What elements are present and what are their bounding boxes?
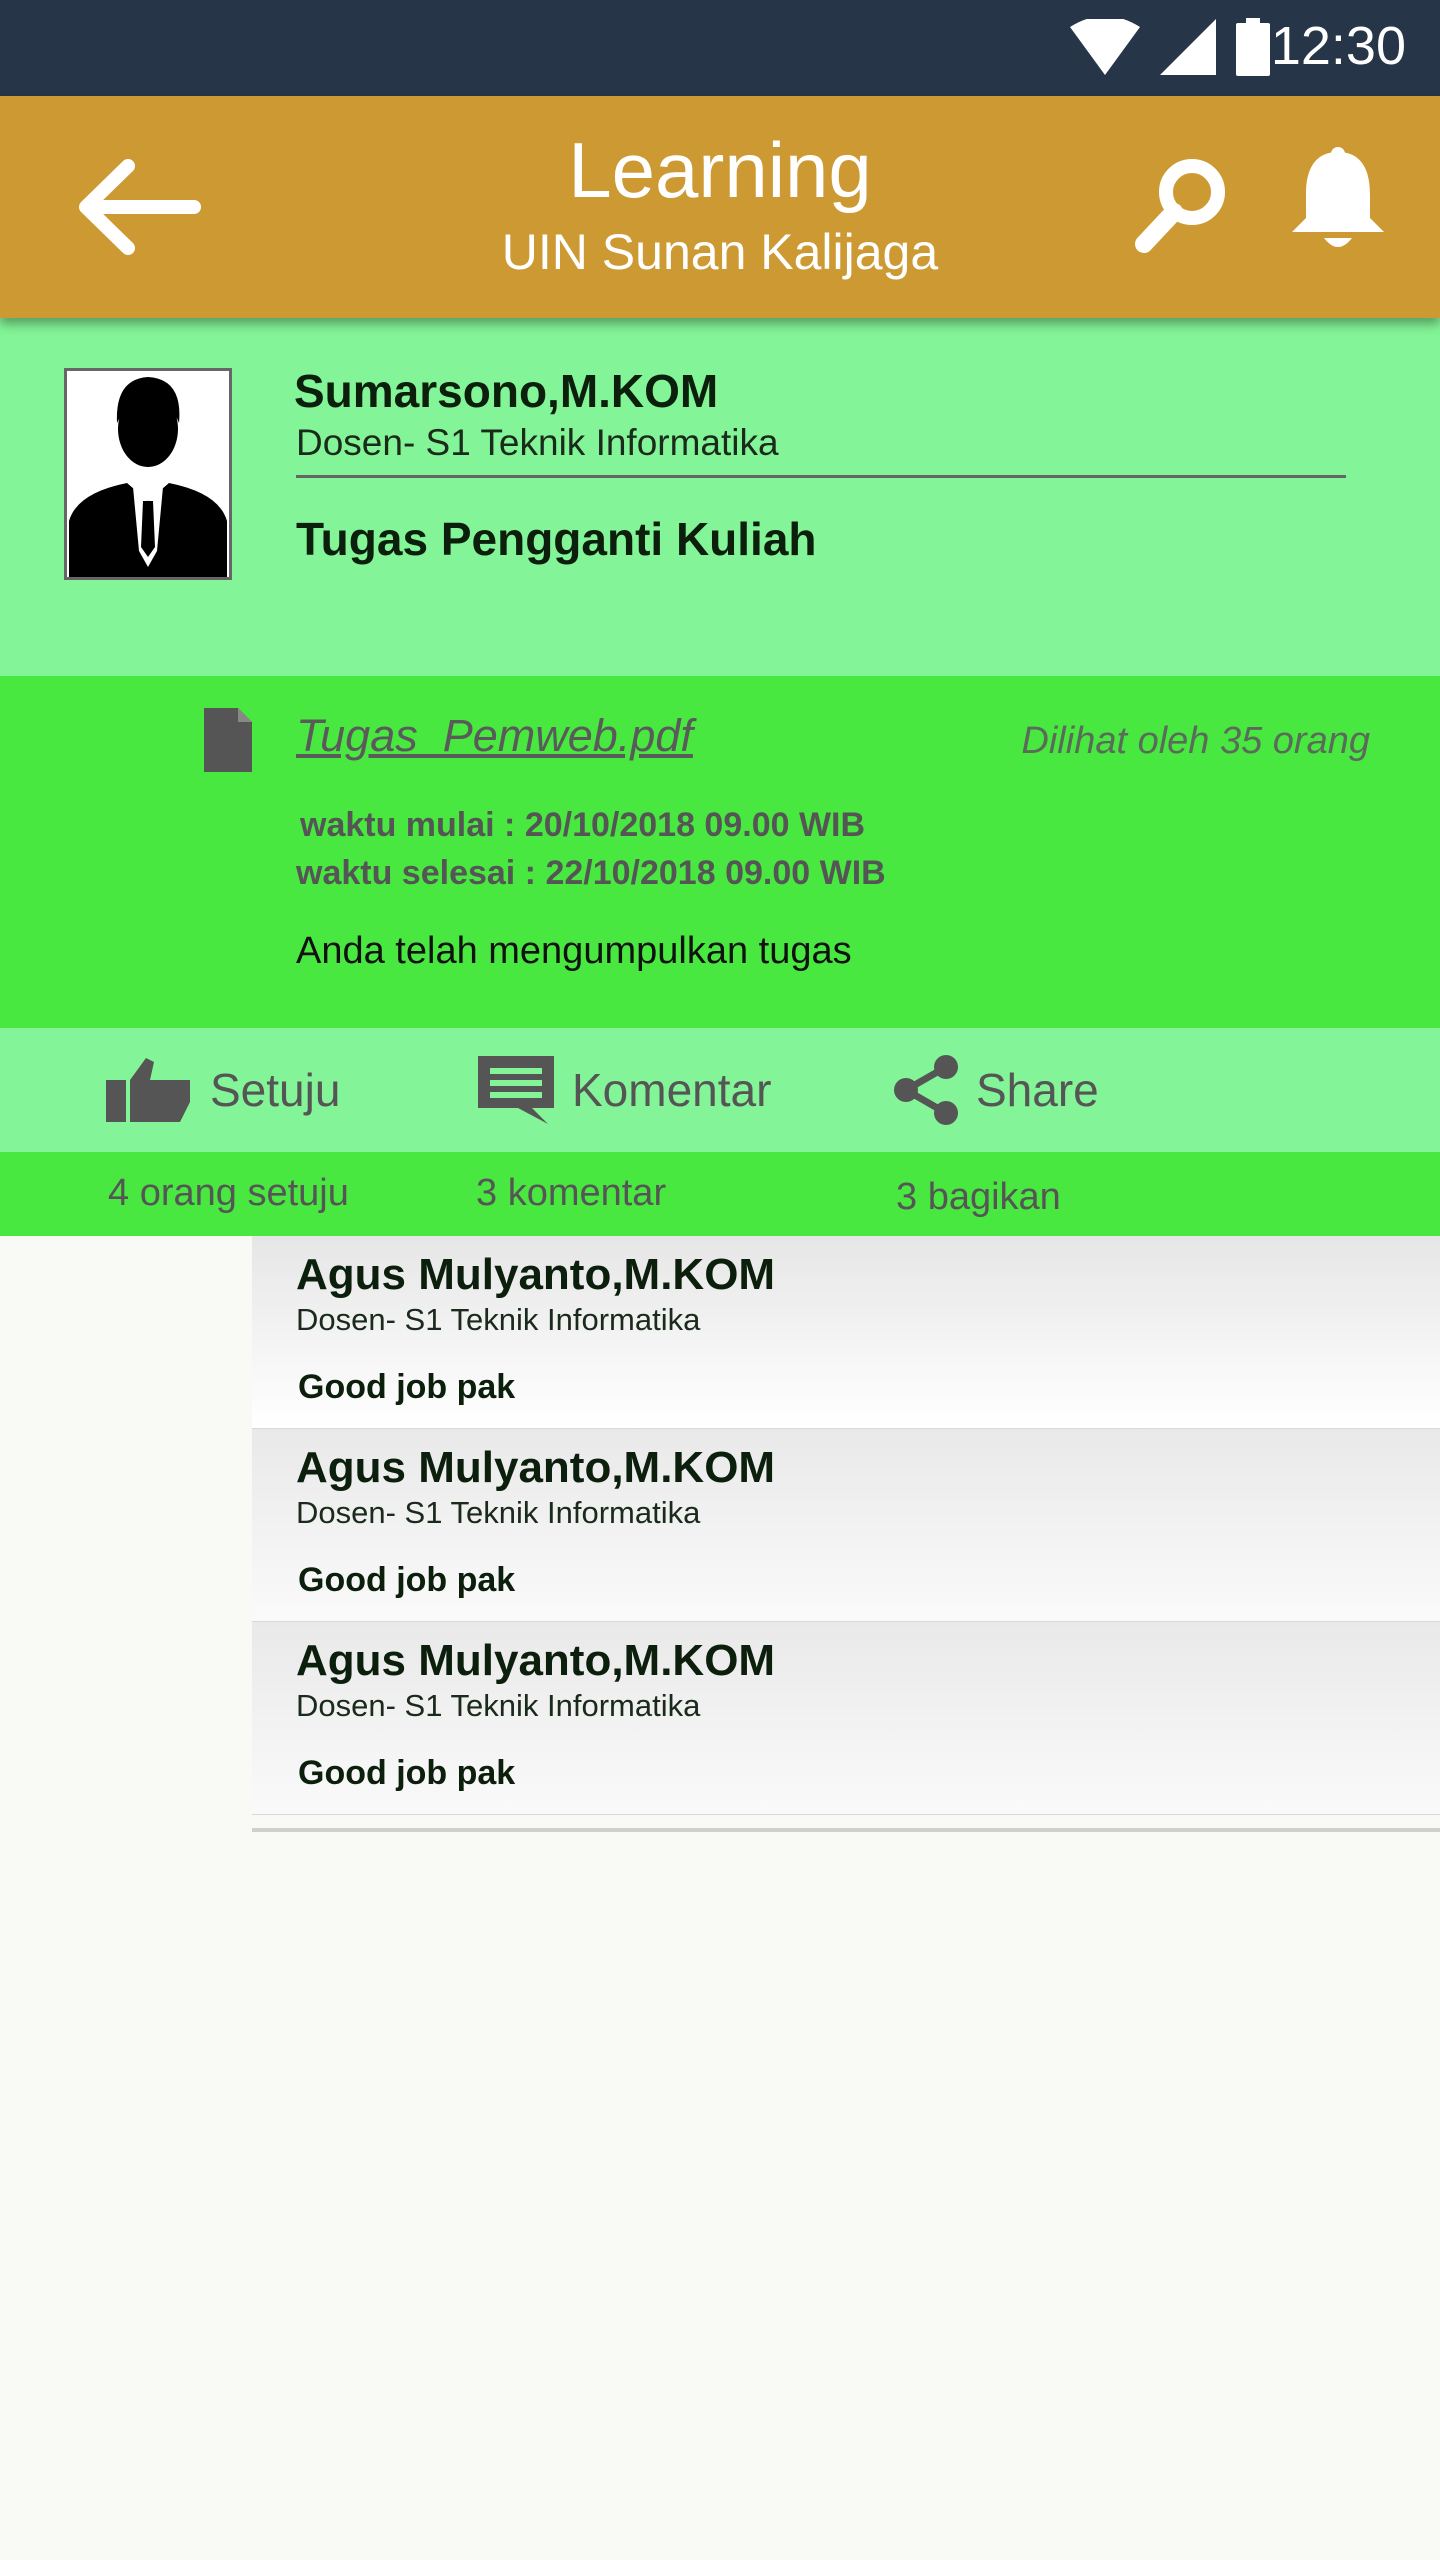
start-time: waktu mulai : 20/10/2018 09.00 WIB xyxy=(300,806,866,844)
comment-text: Good job pak xyxy=(298,1368,516,1406)
post-title: Tugas Pengganti Kuliah xyxy=(296,513,817,565)
author-role: Dosen- S1 Teknik Informatika xyxy=(296,422,779,463)
share-label: Share xyxy=(976,1064,1099,1116)
battery-icon xyxy=(1236,18,1270,76)
submission-status: Anda telah mengumpulkan tugas xyxy=(296,930,852,972)
commenter-role: Dosen- S1 Teknik Informatika xyxy=(296,1495,701,1530)
commenter-name: Agus Mulyanto,M.KOM xyxy=(296,1636,776,1685)
app-bar: Learning UIN Sunan Kalijaga xyxy=(0,96,1440,318)
likes-count[interactable]: 4 orang setuju xyxy=(108,1172,349,1215)
comment-label: Komentar xyxy=(572,1064,772,1116)
end-time: waktu selesai : 22/10/2018 09.00 WIB xyxy=(296,854,886,892)
file-link[interactable]: Tugas_Pemweb.pdf xyxy=(296,710,693,762)
author-name[interactable]: Sumarsono,M.KOM xyxy=(294,364,718,418)
comment-icon xyxy=(478,1056,554,1124)
view-count: Dilihat oleh 35 orang xyxy=(1021,720,1370,762)
status-icons xyxy=(1070,18,1270,76)
commenter-name: Agus Mulyanto,M.KOM xyxy=(296,1250,776,1299)
comment-text: Good job pak xyxy=(298,1754,516,1792)
share-icon xyxy=(894,1055,958,1125)
search-icon xyxy=(1135,159,1225,253)
action-bar: Setuju Komentar Share xyxy=(0,1028,1440,1152)
counts-bar: 4 orang setuju 3 komentar 3 bagikan xyxy=(0,1152,1440,1236)
assignment-card: Tugas_Pemweb.pdf Dilihat oleh 35 orang w… xyxy=(0,676,1440,1028)
shares-count[interactable]: 3 bagikan xyxy=(896,1176,1061,1219)
bell-icon xyxy=(1292,147,1384,247)
comments-count[interactable]: 3 komentar xyxy=(476,1172,666,1215)
comment-text: Good job pak xyxy=(298,1561,516,1599)
commenter-role: Dosen- S1 Teknik Informatika xyxy=(296,1302,701,1337)
person-icon xyxy=(69,377,227,577)
notification-button[interactable] xyxy=(1288,146,1388,256)
avatar[interactable] xyxy=(64,368,232,580)
like-button[interactable]: Setuju xyxy=(106,1028,340,1152)
status-bar: 12:30 xyxy=(0,0,1440,96)
header-divider xyxy=(296,475,1346,478)
signal-icon xyxy=(1160,19,1216,75)
search-button[interactable] xyxy=(1130,156,1230,256)
comment-list: Agus Mulyanto,M.KOM Dosen- S1 Teknik Inf… xyxy=(252,1236,1440,1815)
share-button[interactable]: Share xyxy=(894,1028,1099,1152)
commenter-role: Dosen- S1 Teknik Informatika xyxy=(296,1688,701,1723)
like-label: Setuju xyxy=(210,1064,341,1116)
thumbs-up-icon xyxy=(106,1058,190,1122)
comment-item[interactable]: Agus Mulyanto,M.KOM Dosen- S1 Teknik Inf… xyxy=(252,1236,1440,1429)
wifi-icon xyxy=(1070,19,1140,75)
comment-item[interactable]: Agus Mulyanto,M.KOM Dosen- S1 Teknik Inf… xyxy=(252,1429,1440,1622)
comment-item[interactable]: Agus Mulyanto,M.KOM Dosen- S1 Teknik Inf… xyxy=(252,1622,1440,1815)
commenter-name: Agus Mulyanto,M.KOM xyxy=(296,1443,776,1492)
status-time: 12:30 xyxy=(1270,16,1406,76)
comment-button[interactable]: Komentar xyxy=(478,1028,771,1152)
post-header: Sumarsono,M.KOM Dosen- S1 Teknik Informa… xyxy=(0,318,1440,676)
comment-list-divider xyxy=(252,1828,1440,1832)
file-icon xyxy=(204,708,252,772)
